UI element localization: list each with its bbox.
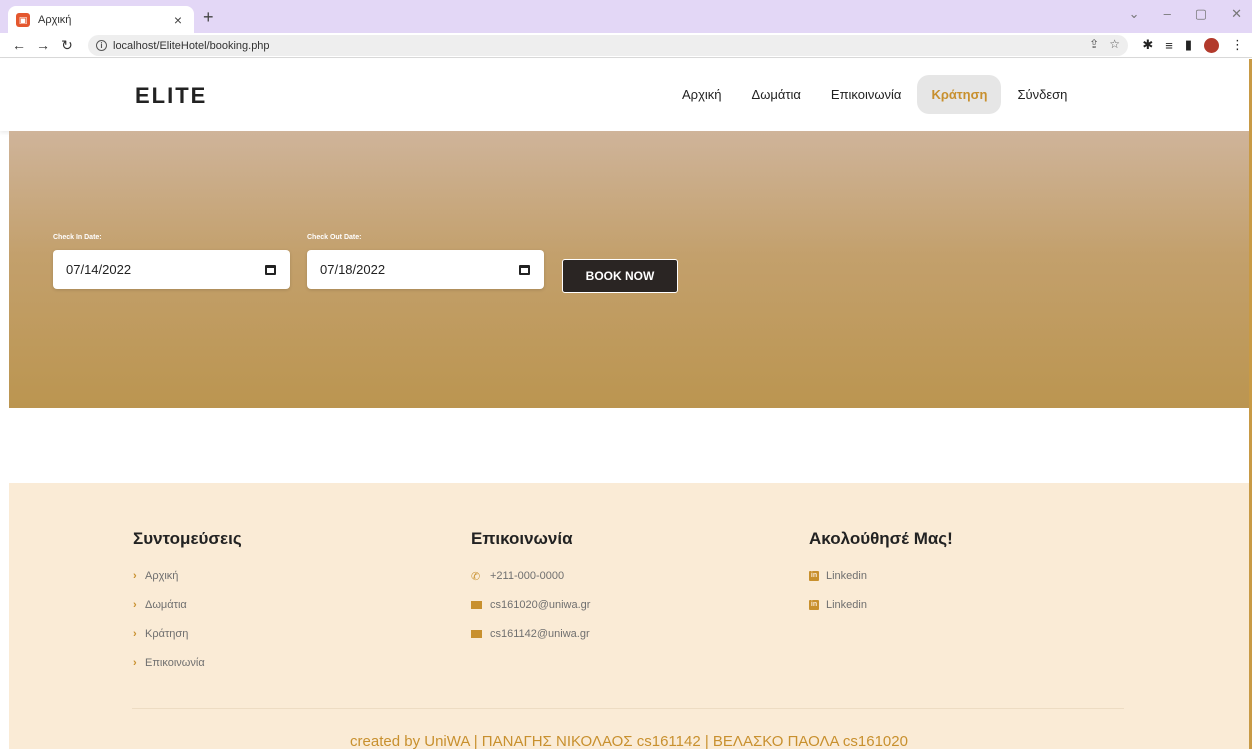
follow-title: Ακολούθησέ Μας! (809, 529, 953, 548)
chevron-right-icon: › (133, 599, 137, 611)
address-url[interactable]: localhost/EliteHotel/booking.php (113, 40, 270, 52)
email-address[interactable]: cs161142@uniwa.gr (490, 628, 590, 640)
footer-contact: Επικοινωνία ✆ +211-000-0000 cs161020@uniw… (471, 529, 590, 657)
minimize-icon[interactable]: – (1164, 6, 1171, 22)
footer-divider (132, 708, 1124, 709)
check-out-label: Check Out Date: (307, 234, 362, 241)
chevron-right-icon: › (133, 657, 137, 669)
extensions-puzzle-icon[interactable]: ✱ (1142, 37, 1153, 53)
phone-icon: ✆ (471, 571, 481, 583)
browser-tab[interactable]: ▣ Αρχική × (8, 6, 194, 33)
check-in-date-input[interactable]: 07/14/2022 (53, 250, 290, 289)
footer-link-label[interactable]: Δωμάτια (145, 599, 187, 611)
shortcuts-title: Συντομεύσεις (133, 529, 242, 548)
contact-email-2[interactable]: cs161142@uniwa.gr (471, 628, 590, 657)
browser-toolbar: ← → ↻ i localhost/EliteHotel/booking.php… (0, 33, 1252, 58)
tab-close-icon[interactable]: × (170, 12, 186, 28)
footer-link-rooms[interactable]: › Δωμάτια (133, 599, 242, 628)
linkedin-icon: in (809, 600, 819, 610)
site-logo[interactable]: ELITE (135, 83, 207, 109)
chevron-right-icon: › (133, 628, 137, 640)
address-bar[interactable]: i localhost/EliteHotel/booking.php ⇪ ☆ (88, 35, 1128, 56)
site-footer: Συντομεύσεις › Αρχική › Δωμάτια › Κράτηση ›… (9, 483, 1249, 749)
phone-number[interactable]: +211-000-0000 (490, 570, 564, 582)
site-info-icon[interactable]: i (96, 40, 107, 51)
envelope-icon (471, 630, 482, 638)
tab-search-icon[interactable]: ⌄ (1129, 6, 1140, 22)
footer-link-home[interactable]: › Αρχική (133, 570, 242, 599)
check-out-group: Check Out Date: 07/18/2022 (307, 234, 544, 289)
footer-shortcuts: Συντομεύσεις › Αρχική › Δωμάτια › Κράτηση ›… (133, 529, 242, 686)
calendar-icon[interactable] (519, 264, 530, 275)
check-in-group: Check In Date: 07/14/2022 (53, 234, 290, 289)
book-now-button[interactable]: BOOK NOW (562, 259, 678, 293)
footer-link-label[interactable]: Κράτηση (145, 628, 188, 640)
social-link-linkedin[interactable]: in Linkedin (809, 570, 953, 599)
reading-list-icon[interactable]: ≡ (1165, 38, 1173, 53)
main-nav: Αρχική Δωμάτια Επικοινωνία Κράτηση Σύνδε… (668, 75, 1083, 114)
footer-link-label[interactable]: Αρχική (145, 570, 178, 582)
chevron-right-icon: › (133, 570, 137, 582)
envelope-icon (471, 601, 482, 609)
window-controls: ⌄ – ▢ ✕ (1129, 6, 1242, 22)
site-favicon-icon: ▣ (16, 12, 30, 27)
footer-follow: Ακολούθησέ Μας! in Linkedin in Linkedin (809, 529, 953, 628)
nav-item-contact[interactable]: Επικοινωνία (817, 75, 916, 114)
booking-hero: Check In Date: 07/14/2022 Check Out Date… (9, 131, 1249, 408)
footer-link-contact[interactable]: › Επικοινωνία (133, 657, 242, 686)
omnibox-actions: ⇪ ☆ (1089, 37, 1120, 51)
bookmark-star-icon[interactable]: ☆ (1109, 37, 1120, 51)
menu-kebab-icon[interactable]: ⋮ (1231, 37, 1244, 53)
contact-email-1[interactable]: cs161020@uniwa.gr (471, 599, 590, 628)
side-panel-icon[interactable]: ▮ (1185, 37, 1192, 53)
nav-item-home[interactable]: Αρχική (668, 75, 736, 114)
check-out-date-input[interactable]: 07/18/2022 (307, 250, 544, 289)
footer-link-booking[interactable]: › Κράτηση (133, 628, 242, 657)
new-tab-button[interactable]: + (203, 7, 214, 28)
nav-item-rooms[interactable]: Δωμάτια (738, 75, 815, 114)
close-window-icon[interactable]: ✕ (1231, 6, 1242, 22)
check-out-date-value[interactable]: 07/18/2022 (320, 262, 385, 277)
share-icon[interactable]: ⇪ (1089, 37, 1099, 51)
profile-avatar[interactable] (1204, 37, 1219, 53)
social-link-linkedin[interactable]: in Linkedin (809, 599, 953, 628)
contact-phone[interactable]: ✆ +211-000-0000 (471, 570, 590, 599)
browser-extensions: ✱ ≡ ▮ ⋮ (1142, 37, 1244, 53)
site-header: ELITE Αρχική Δωμάτια Επικοινωνία Κράτηση… (0, 59, 1249, 131)
back-arrow-icon[interactable]: ← (8, 37, 30, 53)
social-link-label[interactable]: Linkedin (826, 570, 867, 582)
calendar-icon[interactable] (265, 264, 276, 275)
forward-arrow-icon[interactable]: → (32, 37, 54, 53)
browser-tabstrip: ▣ Αρχική × + ⌄ – ▢ ✕ (0, 0, 1252, 33)
linkedin-icon: in (809, 571, 819, 581)
maximize-icon[interactable]: ▢ (1195, 6, 1207, 22)
contact-title: Επικοινωνία (471, 529, 573, 548)
footer-link-label[interactable]: Επικοινωνία (145, 657, 205, 669)
check-in-date-value[interactable]: 07/14/2022 (66, 262, 131, 277)
check-in-label: Check In Date: (53, 234, 102, 241)
email-address[interactable]: cs161020@uniwa.gr (490, 599, 590, 611)
footer-credits: created by UniWA | ΠΑΝΑΓΗΣ ΝΙΚΟΛΑΟΣ cs16… (350, 733, 908, 749)
nav-item-login[interactable]: Σύνδεση (1003, 75, 1081, 114)
nav-item-booking[interactable]: Κράτηση (917, 75, 1002, 114)
reload-icon[interactable]: ↻ (56, 37, 78, 54)
social-link-label[interactable]: Linkedin (826, 599, 867, 611)
tab-title: Αρχική (38, 13, 72, 26)
